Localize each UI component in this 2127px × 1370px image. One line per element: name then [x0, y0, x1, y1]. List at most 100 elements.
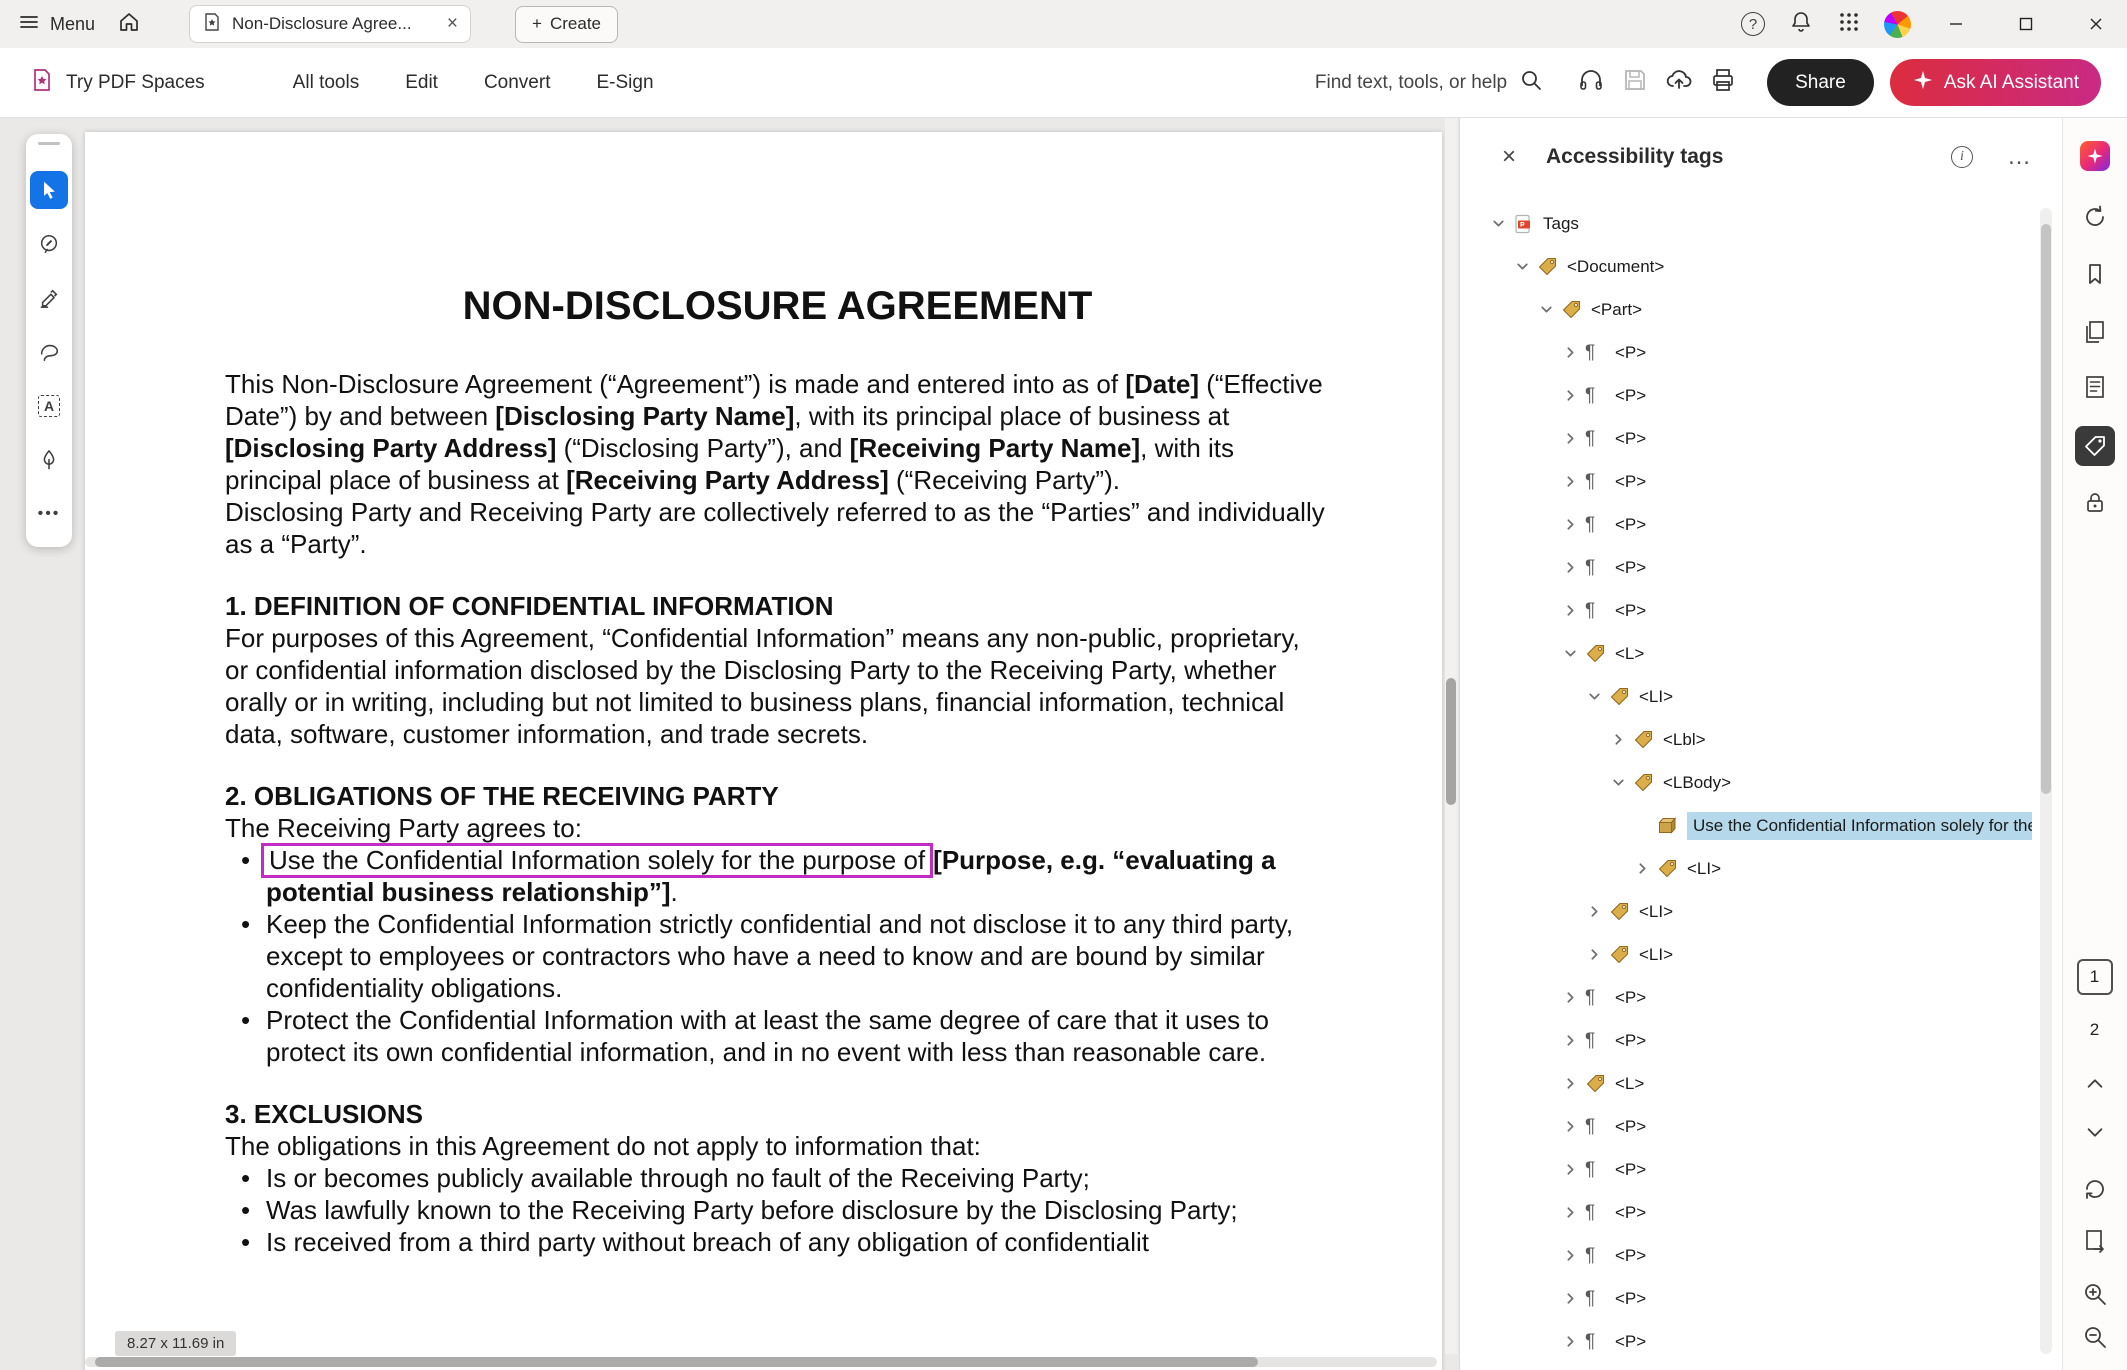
sign-tool-button[interactable]: [30, 441, 68, 479]
comment-tool-button[interactable]: [30, 225, 68, 263]
tag-tree-row[interactable]: ¶<P>: [1491, 1105, 2032, 1148]
chevron-right-icon[interactable]: [1563, 990, 1585, 1005]
help-button[interactable]: ?: [1733, 4, 1773, 44]
print-button[interactable]: [1701, 61, 1745, 105]
panel-scrollbar-thumb[interactable]: [2041, 224, 2051, 794]
page-thumbnails-panel-button[interactable]: [2075, 312, 2115, 352]
panel-overflow-icon[interactable]: …: [2007, 143, 2032, 171]
notifications-button[interactable]: [1781, 4, 1821, 44]
tag-tree-row[interactable]: ¶<P>: [1491, 589, 2032, 632]
zoom-in-button[interactable]: [2075, 1274, 2115, 1314]
tag-tree-row[interactable]: <L>: [1491, 632, 2032, 675]
horizontal-scrollbar-thumb[interactable]: [95, 1357, 1258, 1367]
chevron-right-icon[interactable]: [1563, 1119, 1585, 1134]
chevron-right-icon[interactable]: [1563, 560, 1585, 575]
vertical-scrollbar[interactable]: [1445, 118, 1457, 1354]
chevron-right-icon[interactable]: [1563, 388, 1585, 403]
chevron-right-icon[interactable]: [1635, 861, 1657, 876]
document-viewer[interactable]: NON-DISCLOSURE AGREEMENTThis Non-Disclos…: [0, 118, 1459, 1370]
tag-highlight-annotation[interactable]: Use the Confidential Information solely …: [261, 843, 933, 878]
tag-tree-row[interactable]: <LI>: [1491, 847, 2032, 890]
chevron-down-icon[interactable]: [1587, 689, 1609, 704]
chevron-down-icon[interactable]: [1539, 302, 1561, 317]
panel-close-icon[interactable]: ×: [1502, 143, 1516, 171]
chevron-right-icon[interactable]: [1563, 345, 1585, 360]
share-button[interactable]: Share: [1767, 59, 1874, 106]
tag-tree-row[interactable]: ¶<P>: [1491, 331, 2032, 374]
info-icon[interactable]: i: [1951, 146, 1973, 168]
chevron-right-icon[interactable]: [1563, 517, 1585, 532]
nav-esign[interactable]: E-Sign: [596, 72, 653, 94]
create-button[interactable]: + Create: [515, 6, 618, 43]
tag-tree-row[interactable]: ¶<P>: [1491, 976, 2032, 1019]
chevron-right-icon[interactable]: [1563, 431, 1585, 446]
tag-tree-row[interactable]: <LI>: [1491, 890, 2032, 933]
zoom-out-button[interactable]: [2075, 1317, 2115, 1357]
nav-convert[interactable]: Convert: [484, 72, 551, 94]
tag-tree-row[interactable]: ¶<P>: [1491, 1019, 2032, 1062]
draw-tool-button[interactable]: [30, 333, 68, 371]
chevron-right-icon[interactable]: [1563, 603, 1585, 618]
highlight-tool-button[interactable]: [30, 279, 68, 317]
tag-tree-row[interactable]: ¶<P>: [1491, 460, 2032, 503]
ai-assistant-panel-button[interactable]: [2075, 136, 2115, 176]
adobe-account-button[interactable]: [1877, 4, 1917, 44]
document-tab[interactable]: Non-Disclosure Agree... ×: [189, 5, 471, 43]
chevron-down-icon[interactable]: [1491, 216, 1513, 231]
panel-scrollbar[interactable]: [2040, 208, 2052, 1354]
chevron-right-icon[interactable]: [1563, 1334, 1585, 1349]
reading-order-panel-button[interactable]: [2075, 197, 2115, 237]
selection-tool-button[interactable]: [30, 171, 68, 209]
page-two-label[interactable]: 2: [2090, 1020, 2099, 1040]
search-field[interactable]: Find text, tools, or help: [1315, 68, 1543, 98]
minimize-button[interactable]: [1925, 0, 1987, 48]
protect-panel-button[interactable]: [2075, 483, 2115, 523]
chevron-right-icon[interactable]: [1587, 904, 1609, 919]
chevron-right-icon[interactable]: [1563, 1248, 1585, 1263]
chevron-down-icon[interactable]: [1611, 775, 1633, 790]
close-window-button[interactable]: [2065, 0, 2127, 48]
vertical-scrollbar-thumb[interactable]: [1446, 678, 1456, 805]
chevron-right-icon[interactable]: [1563, 1162, 1585, 1177]
chevron-right-icon[interactable]: [1563, 1291, 1585, 1306]
refresh-view-button[interactable]: [2075, 1169, 2115, 1209]
previous-page-button[interactable]: [2075, 1064, 2115, 1104]
current-page-indicator[interactable]: 1: [2077, 959, 2113, 995]
tag-tree-row[interactable]: <L>: [1491, 1062, 2032, 1105]
palette-drag-handle[interactable]: [38, 142, 60, 145]
tag-tree-row[interactable]: ¶<P>: [1491, 503, 2032, 546]
read-aloud-button[interactable]: [1569, 61, 1613, 105]
save-button[interactable]: [1613, 61, 1657, 105]
accessibility-tags-panel-button[interactable]: [2075, 426, 2115, 466]
tag-tree-row[interactable]: Tags: [1491, 202, 2032, 245]
chevron-down-icon[interactable]: [1515, 259, 1537, 274]
maximize-button[interactable]: [1995, 0, 2057, 48]
chevron-right-icon[interactable]: [1563, 1033, 1585, 1048]
text-tool-button[interactable]: A: [30, 387, 68, 425]
next-page-button[interactable]: [2075, 1112, 2115, 1152]
tag-tree-row[interactable]: <Part>: [1491, 288, 2032, 331]
upload-cloud-button[interactable]: [1657, 61, 1701, 105]
page-view-button[interactable]: [2075, 1221, 2115, 1261]
tag-tree-row[interactable]: Use the Confidential Information solely …: [1491, 804, 2032, 847]
chevron-down-icon[interactable]: [1563, 646, 1585, 661]
tag-tree-row[interactable]: <LBody>: [1491, 761, 2032, 804]
tag-tree-row[interactable]: ¶<P>: [1491, 1191, 2032, 1234]
tag-tree-row[interactable]: ¶<P>: [1491, 1234, 2032, 1277]
horizontal-scrollbar[interactable]: [85, 1357, 1437, 1367]
home-button[interactable]: [109, 4, 149, 44]
nav-edit[interactable]: Edit: [405, 72, 438, 94]
chevron-right-icon[interactable]: [1587, 947, 1609, 962]
tab-close-icon[interactable]: ×: [447, 13, 458, 35]
chevron-right-icon[interactable]: [1563, 1205, 1585, 1220]
bookmarks-panel-button[interactable]: [2075, 254, 2115, 294]
tag-tree-row[interactable]: <LI>: [1491, 933, 2032, 976]
menu-button[interactable]: Menu: [18, 11, 95, 38]
chevron-right-icon[interactable]: [1563, 1076, 1585, 1091]
content-panel-button[interactable]: [2075, 367, 2115, 407]
tag-tree-row[interactable]: <LI>: [1491, 675, 2032, 718]
tag-tree-row[interactable]: ¶<P>: [1491, 546, 2032, 589]
app-launcher-button[interactable]: [1829, 4, 1869, 44]
ask-ai-assistant-button[interactable]: Ask AI Assistant: [1890, 59, 2101, 106]
tag-tree-row[interactable]: ¶<P>: [1491, 417, 2032, 460]
